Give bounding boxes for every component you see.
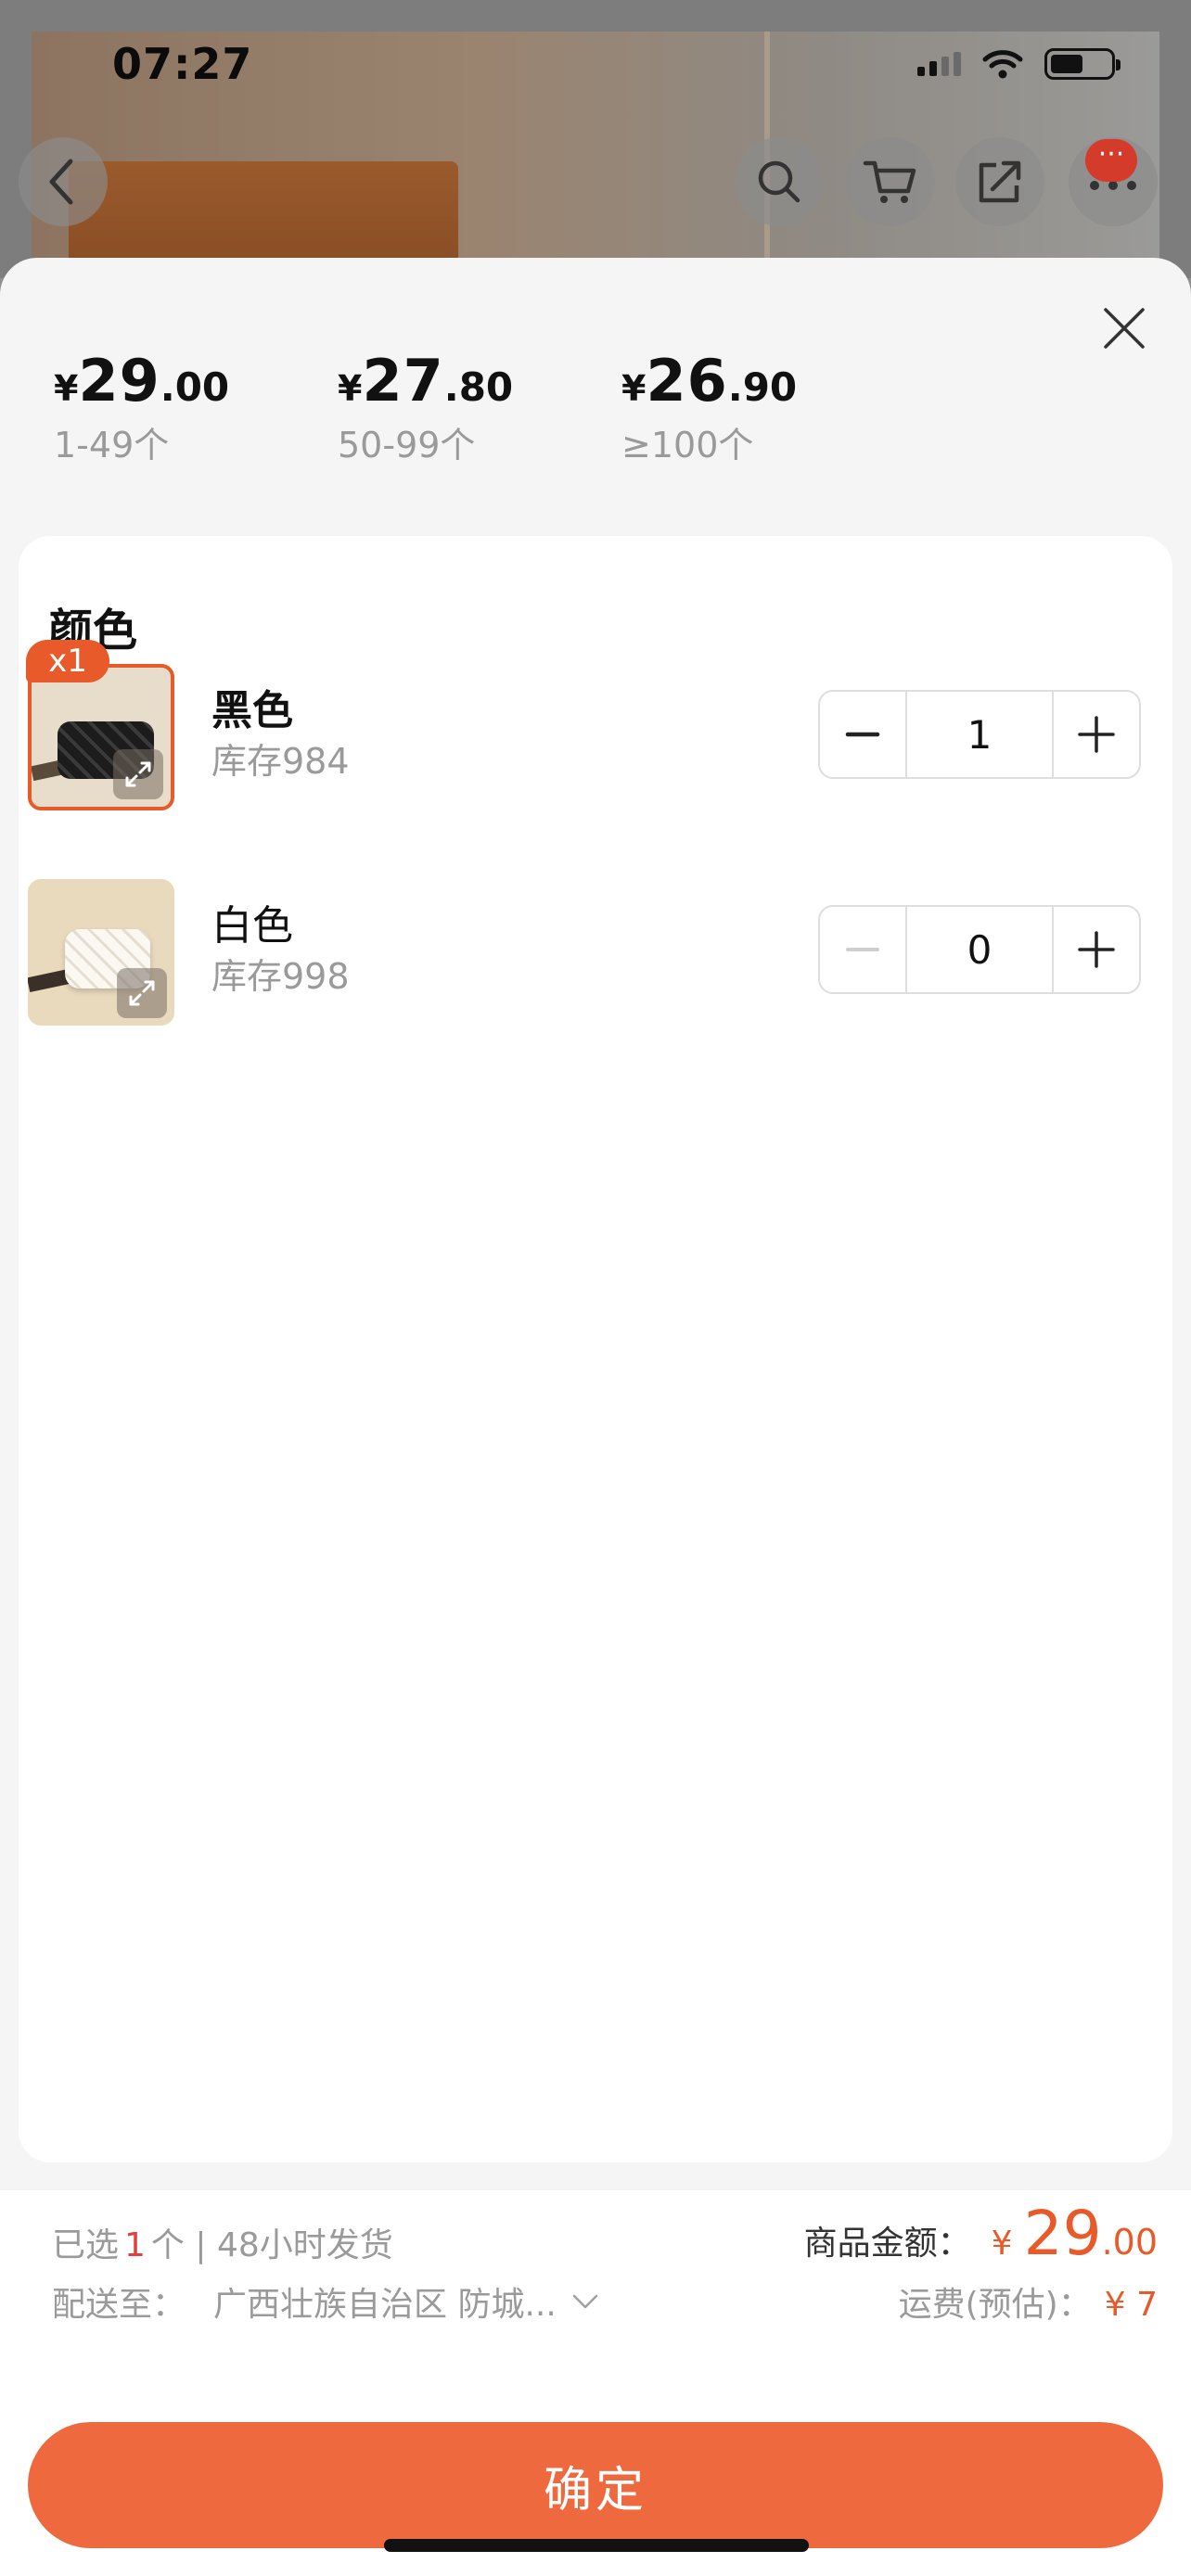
selected-suffix: 个 | 48小时发货 [150,2226,393,2264]
expand-icon[interactable] [113,749,163,799]
increase-button[interactable] [1052,907,1139,992]
price-tiers: ¥29.00 1-49个 ¥27.80 50-99个 ¥26.90 ≥100个 [54,347,905,467]
ship-label: 配送至： [52,2286,186,2324]
tier-price: ¥27.80 [338,347,621,414]
freight-value: ¥ 7 [1104,2286,1158,2324]
ship-address: 广西壮族自治区 防城... [213,2286,557,2324]
search-icon [758,160,800,203]
minus-icon [845,732,880,737]
back-button[interactable] [19,137,108,226]
expand-icon[interactable] [117,968,167,1018]
tier-range: ≥100个 [621,425,754,465]
search-button[interactable] [735,137,824,226]
variant-thumbnail[interactable] [28,879,174,1026]
price-tier: ¥26.90 ≥100个 [621,347,905,467]
variant-stock: 库存998 [211,956,350,997]
tier-price: ¥29.00 [54,347,338,414]
share-button[interactable] [955,137,1044,226]
tier-price: ¥26.90 [621,347,905,414]
increase-button[interactable] [1052,692,1139,777]
total-integer: 29 [1023,2198,1102,2269]
total-decimal: .00 [1101,2222,1158,2263]
decrease-button[interactable] [820,692,907,777]
total-label: 商品金额： [803,2225,971,2263]
sku-selector-sheet: ¥29.00 1-49个 ¥27.80 50-99个 ¥26.90 ≥100个 … [0,258,1191,2576]
decrease-button[interactable] [820,907,907,992]
minus-icon [846,948,879,951]
price-tier: ¥29.00 1-49个 [54,347,338,467]
close-icon[interactable] [1100,304,1148,352]
wifi-icon [982,50,1023,79]
cart-button[interactable] [846,137,935,226]
selected-count: 1 [124,2226,146,2264]
selected-count-badge: x1 [26,640,109,682]
confirm-button[interactable]: 确定 [28,2422,1163,2548]
home-indicator[interactable] [384,2539,809,2552]
share-icon [979,160,1021,203]
selection-summary: 已选 1 个 | 48小时发货 [52,2218,393,2266]
cart-icon [863,160,916,203]
freight-label: 运费(预估)： [898,2286,1092,2324]
quantity-stepper: 0 [818,905,1141,994]
price-tier: ¥27.80 50-99个 [338,347,621,467]
total-amount: 商品金额： ¥ 29 .00 [804,2198,1158,2269]
quantity-input[interactable]: 1 [907,692,1052,777]
tier-price-integer: 26 [646,347,728,414]
tier-currency: ¥ [621,368,647,409]
total-currency: ¥ [991,2225,1013,2263]
cellular-signal-icon [917,52,961,76]
battery-icon [1044,48,1121,80]
tier-price-decimal: .90 [727,364,798,410]
checkout-footer: 已选 1 个 | 48小时发货 配送至： 广西壮族自治区 防城... 商品金额： ¥… [0,2190,1191,2576]
tier-price-integer: 29 [78,347,160,414]
status-icons [917,48,1121,80]
variant-row: x1 黑色 库存984 1 [26,640,1141,812]
variant-thumbnail[interactable] [28,664,174,810]
chevron-down-icon [572,2294,598,2309]
tier-currency: ¥ [338,368,363,409]
tier-range: 1-49个 [54,425,170,465]
tier-range: 50-99个 [338,425,476,465]
selected-prefix: 已选 [52,2226,120,2264]
freight-estimate: 运费(预估)： ¥ 7 [899,2277,1158,2326]
tier-price-integer: 27 [362,347,444,414]
quantity-stepper: 1 [818,690,1141,779]
status-time: 07:27 [112,39,253,89]
chevron-left-icon [49,159,73,205]
message-badge: ··· [1085,139,1137,182]
plus-icon [1078,931,1115,968]
tier-currency: ¥ [54,368,79,409]
tier-price-decimal: .00 [160,364,230,410]
quantity-input[interactable]: 0 [907,907,1052,992]
variant-name: 白色 [211,902,293,950]
variant-row: 白色 库存998 0 [28,879,1141,1027]
tier-price-decimal: .80 [443,364,514,410]
shipping-address-selector[interactable]: 配送至： 广西壮族自治区 防城... [52,2277,599,2326]
variant-name: 黑色 [211,687,293,734]
plus-icon [1078,716,1115,753]
variant-stock: 库存984 [211,741,350,782]
